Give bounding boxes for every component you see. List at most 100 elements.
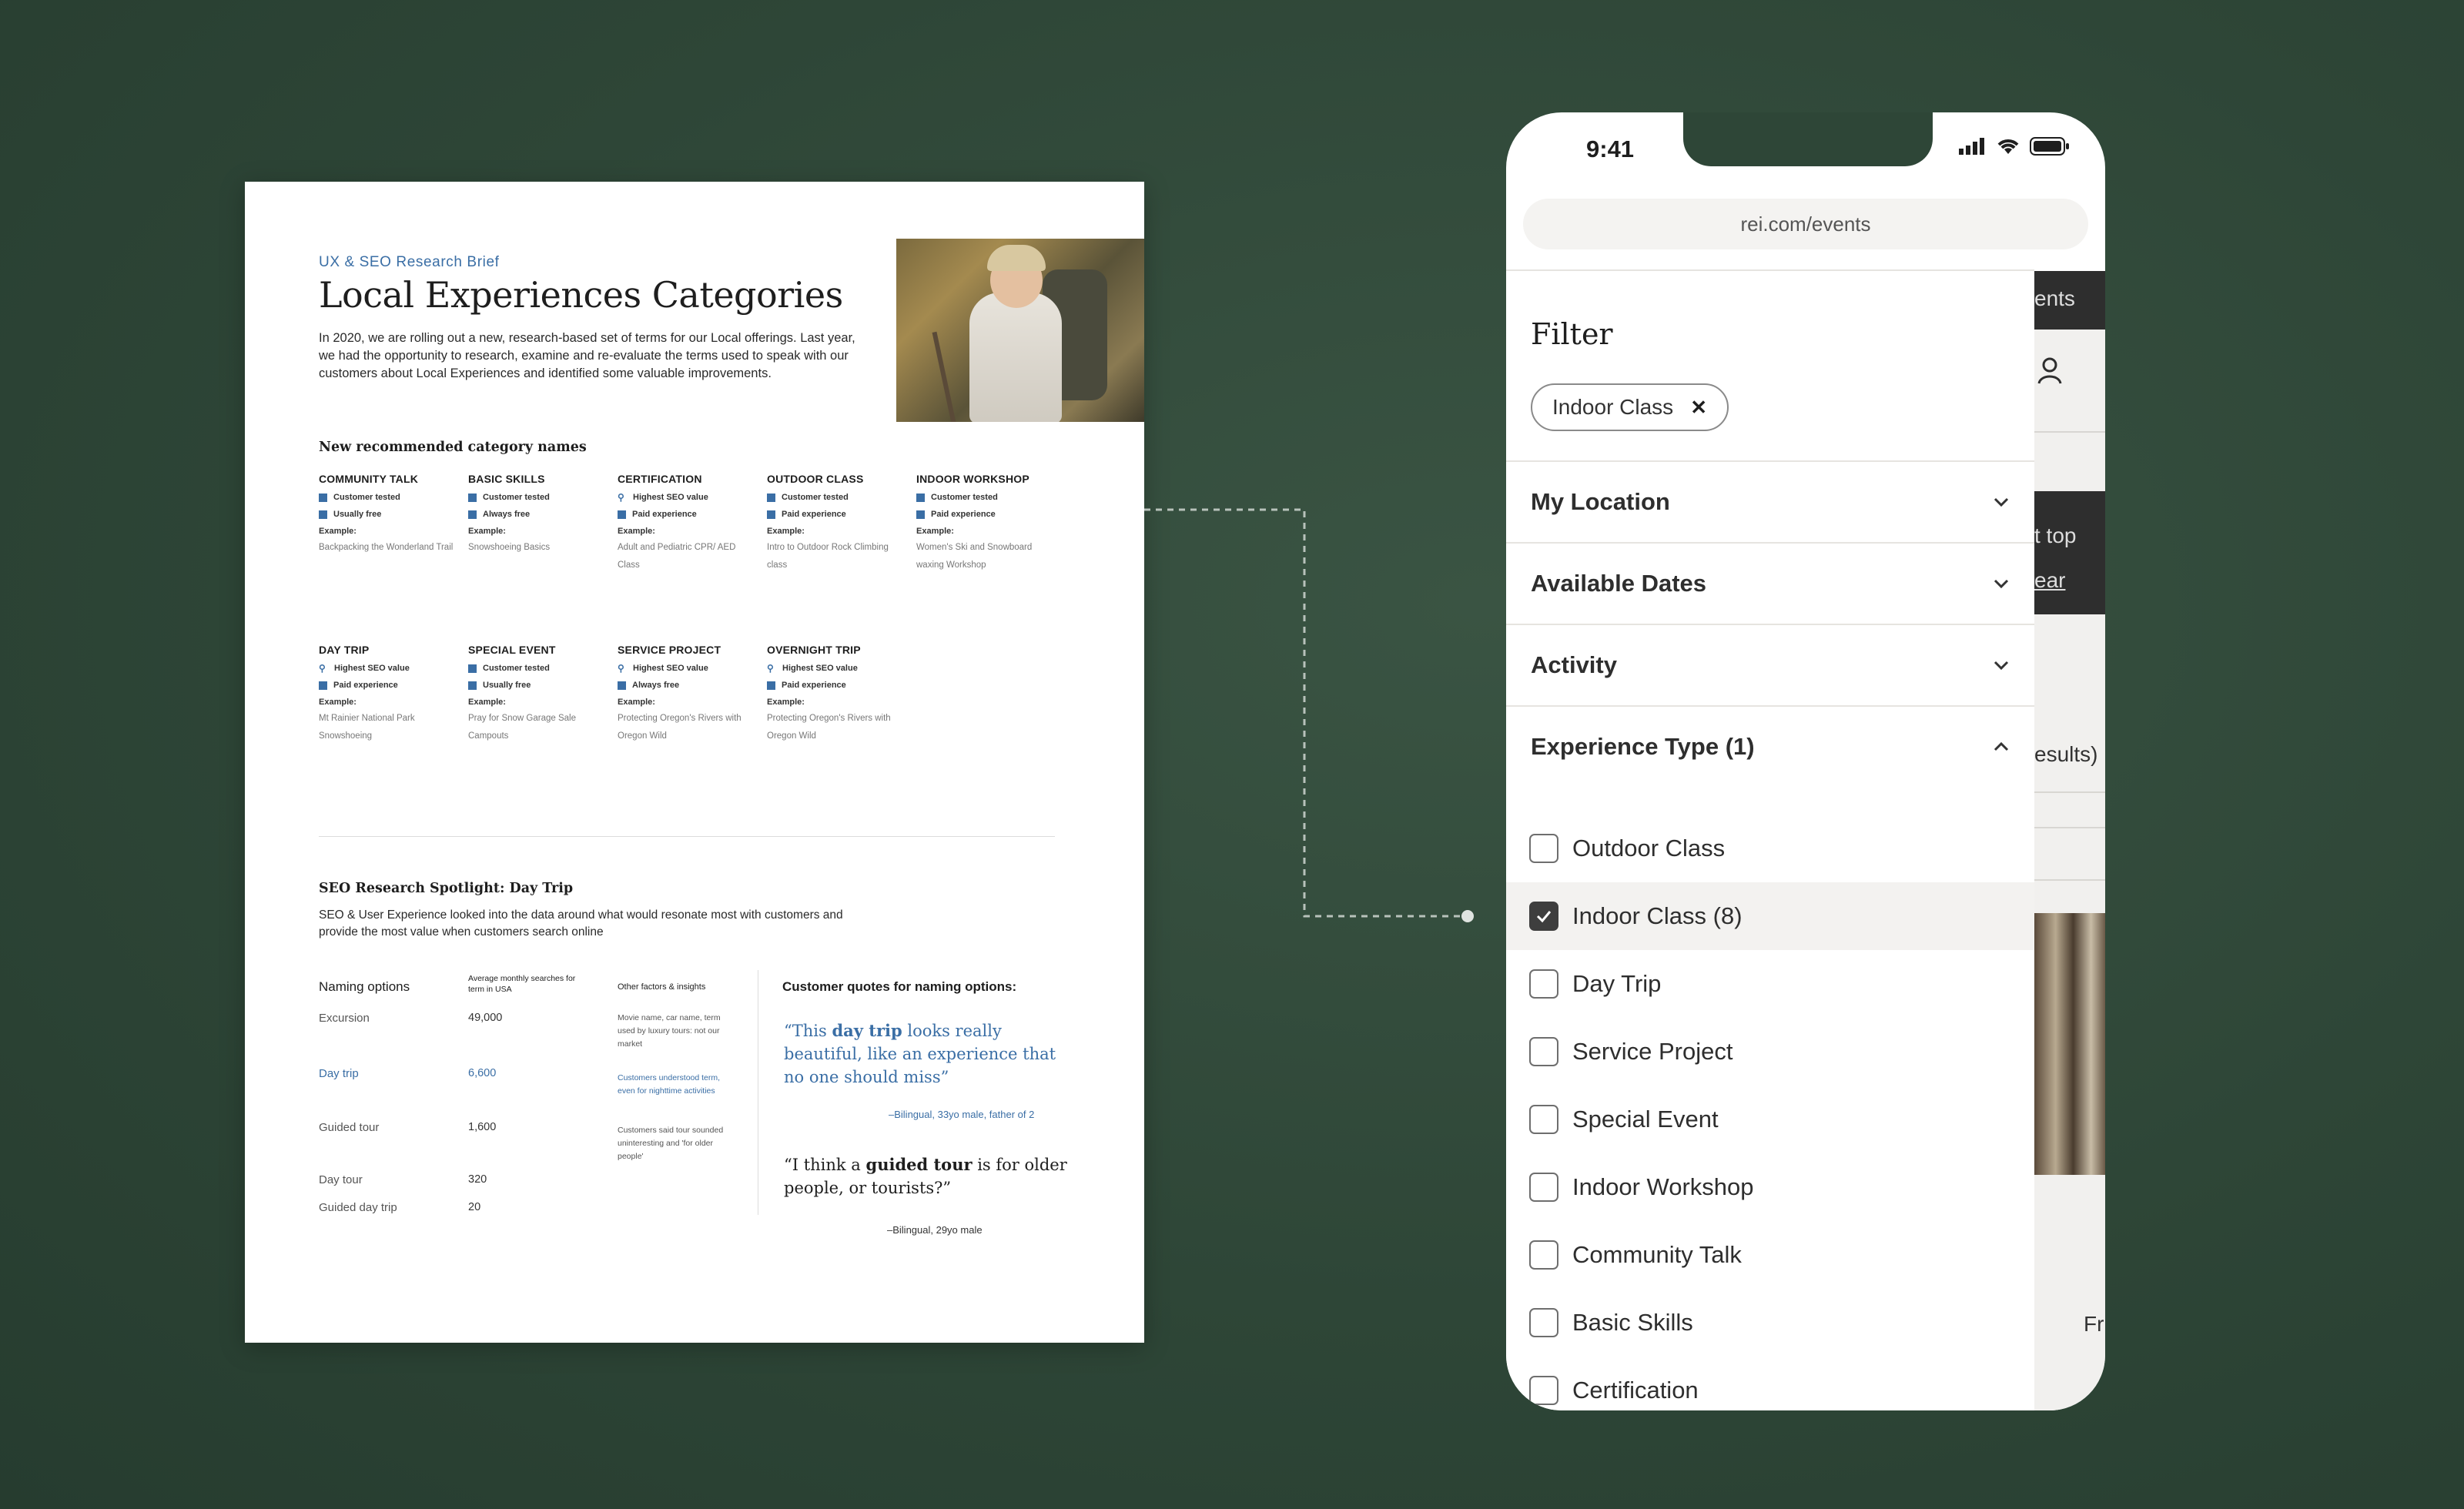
accordion-experience-type[interactable]: Experience Type (1) — [1506, 705, 2034, 787]
doc-intro: In 2020, we are rolling out a new, resea… — [319, 331, 855, 380]
background-page — [2034, 271, 2105, 1410]
category-trait: Customer tested — [916, 493, 1055, 502]
category-trait: Paid experience — [767, 681, 906, 690]
accordion-activity[interactable]: Activity — [1506, 624, 2034, 705]
example-label: Example: — [468, 698, 506, 707]
checkbox[interactable] — [1529, 1308, 1558, 1337]
categories-subhead: New recommended category names — [319, 440, 587, 455]
example-text: Pray for Snow Garage Sale Campouts — [468, 714, 576, 741]
category-name: COMMUNITY TALK — [319, 473, 419, 485]
category-name: OVERNIGHT TRIP — [767, 644, 861, 656]
category-trait: Paid experience — [618, 510, 756, 519]
checkbox[interactable] — [1529, 969, 1558, 999]
option-label: Day Trip — [1572, 970, 1662, 997]
accordion-label: My Location — [1531, 488, 1670, 515]
chevron-down-icon — [1994, 497, 2009, 507]
checkbox[interactable] — [1529, 1376, 1558, 1405]
example-label: Example: — [767, 527, 805, 536]
searches-header: Average monthly searches for term in USA — [468, 974, 576, 994]
category-block: DAY TRIP ⚲ Highest SEO value Paid experienc… — [319, 644, 457, 745]
option-label: Indoor Workshop — [1572, 1173, 1754, 1200]
category-block: CERTIFICATION ⚲ Highest SEO value Paid expe… — [618, 473, 756, 574]
category-trait: ⚲ Highest SEO value — [767, 663, 858, 674]
filter-option[interactable]: Special Event — [1506, 1086, 2034, 1153]
chevron-up-icon — [1994, 741, 2009, 751]
accordion-available-dates[interactable]: Available Dates — [1506, 542, 2034, 624]
map-pin-icon: ⚲ — [319, 663, 326, 674]
example-text: Women's Ski and Snowboard waxing Worksho… — [916, 543, 1033, 570]
table-row-searches: 320 — [468, 1173, 487, 1186]
category-trait: Paid experience — [319, 681, 457, 690]
research-brief-document: UX & SEO Research Brief Local Experience… — [245, 182, 1144, 1343]
category-name: OUTDOOR CLASS — [767, 473, 864, 485]
quotes-header: Customer quotes for naming options: — [782, 979, 1017, 994]
battery-icon — [2030, 137, 2069, 156]
table-row-option: Day trip — [319, 1067, 359, 1080]
category-name: BASIC SKILLS — [468, 473, 545, 485]
category-trait: Customer tested — [767, 493, 906, 502]
bg-divider — [2034, 791, 2105, 793]
category-block: OVERNIGHT TRIP ⚲ Highest SEO value Paid exp… — [767, 644, 906, 745]
category-block: SERVICE PROJECT ⚲ Highest SEO value Always … — [618, 644, 756, 745]
filter-option[interactable]: Certification — [1506, 1357, 2034, 1410]
active-filter-chip[interactable]: Indoor Class ✕ — [1531, 383, 1729, 431]
option-label: Special Event — [1572, 1106, 1719, 1133]
table-row-option: Excursion — [319, 1012, 370, 1025]
checkbox[interactable] — [1529, 1173, 1558, 1202]
checkbox[interactable] — [1529, 1240, 1558, 1270]
square-bullet-icon — [468, 510, 477, 519]
square-bullet-icon — [767, 510, 775, 519]
phone-mockup: 9:41 rei.com/events ents t top ear esult… — [1506, 112, 2105, 1410]
chevron-down-icon — [1994, 661, 2009, 671]
option-label: Outdoor Class — [1572, 835, 1726, 862]
checkbox[interactable] — [1529, 902, 1558, 931]
category-trait: ⚲ Highest SEO value — [618, 663, 708, 674]
close-icon[interactable]: ✕ — [1690, 396, 1707, 420]
example-label: Example: — [767, 698, 805, 707]
square-bullet-icon — [916, 493, 925, 502]
accordion-my-location[interactable]: My Location — [1506, 460, 2034, 542]
connector-line — [1144, 508, 1474, 922]
category-block: SPECIAL EVENT Customer tested Usually free… — [468, 644, 607, 745]
filter-option[interactable]: Indoor Class (8) — [1506, 882, 2034, 950]
option-label: Certification — [1572, 1377, 1699, 1404]
square-bullet-icon — [767, 681, 775, 690]
table-row-option: Day tour — [319, 1173, 363, 1186]
category-trait: Paid experience — [767, 510, 906, 519]
example-text: Backpacking the Wonderland Trail — [319, 543, 454, 552]
category-name: SERVICE PROJECT — [618, 644, 721, 656]
bg-event-photo — [2034, 913, 2105, 1175]
category-name: DAY TRIP — [319, 644, 370, 656]
filter-option[interactable]: Outdoor Class — [1506, 815, 2034, 882]
filter-title: Filter — [1531, 317, 1613, 351]
filter-option[interactable]: Indoor Workshop — [1506, 1153, 2034, 1221]
category-trait: Customer tested — [468, 493, 607, 502]
checkbox[interactable] — [1529, 834, 1558, 863]
bg-events-text: ents — [2034, 286, 2075, 310]
filter-option[interactable]: Day Trip — [1506, 950, 2034, 1018]
example-label: Example: — [319, 698, 357, 707]
example-label: Example: — [618, 698, 655, 707]
filter-option[interactable]: Service Project — [1506, 1018, 2034, 1086]
category-block: OUTDOOR CLASS Customer tested Paid experie… — [767, 473, 906, 574]
checkmark-icon — [1536, 911, 1552, 923]
category-block: BASIC SKILLS Customer tested Always free Ex… — [468, 473, 607, 557]
table-row-searches: 20 — [468, 1201, 481, 1213]
filter-option[interactable]: Basic Skills — [1506, 1289, 2034, 1357]
customer-quote-2: “I think a guided tour is for older peop… — [784, 1155, 1067, 1197]
doc-title: Local Experiences Categories — [319, 274, 843, 316]
square-bullet-icon — [618, 681, 626, 690]
bg-divider — [2034, 431, 2105, 433]
square-bullet-icon — [916, 510, 925, 519]
wifi-icon — [1997, 139, 2019, 154]
table-row-option: Guided day trip — [319, 1201, 397, 1214]
filter-option[interactable]: Community Talk — [1506, 1221, 2034, 1289]
url-bar[interactable]: rei.com/events — [1523, 199, 2088, 249]
checkbox[interactable] — [1529, 1105, 1558, 1134]
chevron-down-icon — [1994, 579, 2009, 589]
table-row-searches: 1,600 — [468, 1121, 497, 1133]
category-trait: ⚲ Highest SEO value — [618, 492, 708, 503]
checkbox[interactable] — [1529, 1037, 1558, 1066]
bg-divider — [2034, 827, 2105, 828]
category-trait: Always free — [618, 681, 756, 690]
